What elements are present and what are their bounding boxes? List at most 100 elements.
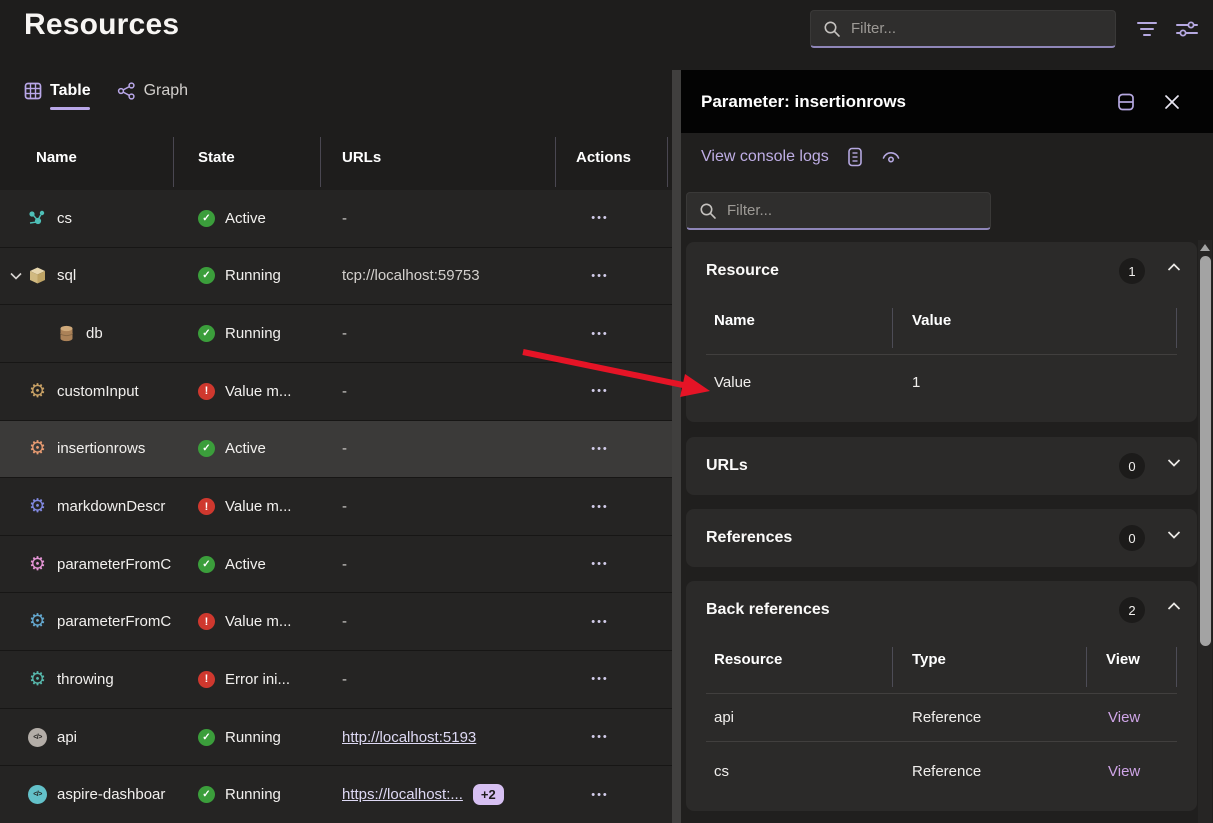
resource-name: throwing xyxy=(57,671,114,688)
table-row-sql[interactable]: sql Running tcp://localhost:59753 ••• xyxy=(0,247,672,305)
backref-resource-cell: api xyxy=(714,709,734,726)
table-row-api[interactable]: api Running http://localhost:5193 ••• xyxy=(0,708,672,766)
section-title: Resource xyxy=(706,262,779,280)
close-icon[interactable] xyxy=(1155,85,1189,119)
table-row-parameterfromc-1[interactable]: parameterFromC Active - ••• xyxy=(0,535,672,593)
row-actions-button[interactable]: ••• xyxy=(581,206,619,230)
column-divider xyxy=(1086,647,1087,687)
resource-name: insertionrows xyxy=(57,440,145,457)
search-icon xyxy=(823,20,841,38)
resource-state: Value m... xyxy=(225,383,291,400)
column-header-type: Type xyxy=(912,651,946,668)
value-name-cell: Value xyxy=(714,374,751,391)
section-resource-header[interactable]: Resource 1 xyxy=(686,242,1197,300)
resource-url-link[interactable]: http://localhost:5193 xyxy=(342,729,476,746)
chevron-down-icon[interactable] xyxy=(10,272,26,280)
row-actions-button[interactable]: ••• xyxy=(581,667,619,691)
split-pane-icon[interactable] xyxy=(1109,85,1143,119)
table-row-aspire-dashboard[interactable]: aspire-dashboar Running https://localhos… xyxy=(0,765,672,823)
resource-state: Active xyxy=(225,440,266,457)
status-ok-icon xyxy=(198,325,215,342)
scrollbar-up-arrow[interactable] xyxy=(1200,244,1210,251)
resource-url: - xyxy=(342,671,347,688)
search-icon xyxy=(699,202,717,220)
resource-filter-input[interactable] xyxy=(851,20,1103,37)
count-badge: 0 xyxy=(1119,525,1145,551)
row-actions-button[interactable]: ••• xyxy=(581,437,619,461)
more-urls-badge[interactable]: +2 xyxy=(473,784,504,805)
column-header-urls: URLs xyxy=(342,149,381,166)
resource-state: Error ini... xyxy=(225,671,290,688)
tab-graph-label: Graph xyxy=(144,82,188,100)
section-title: Back references xyxy=(706,601,830,619)
section-urls-header[interactable]: URLs 0 xyxy=(686,437,1197,495)
resource-values-table: Name Value Value 1 xyxy=(706,312,1177,412)
panel-filter-box[interactable] xyxy=(686,192,991,230)
details-panel-title: Parameter: insertionrows xyxy=(701,92,906,112)
table-row-db[interactable]: db Running - ••• xyxy=(0,304,672,362)
resource-name: parameterFromC xyxy=(57,613,171,630)
panel-splitter[interactable] xyxy=(672,70,681,823)
resource-table: cs Active - ••• sql Running tcp://localh… xyxy=(0,190,672,823)
resource-name: customInput xyxy=(57,383,139,400)
code-icon xyxy=(28,728,47,747)
resource-url: tcp://localhost:59753 xyxy=(342,267,480,284)
table-row-throwing[interactable]: throwing Error ini... - ••• xyxy=(0,650,672,708)
resource-state: Active xyxy=(225,210,266,227)
gear-icon xyxy=(28,439,47,458)
tab-graph[interactable]: Graph xyxy=(117,82,188,110)
resource-filter-box[interactable] xyxy=(810,10,1116,48)
view-console-logs-link[interactable]: View console logs xyxy=(701,148,829,166)
backref-view-link[interactable]: View xyxy=(1108,763,1140,780)
status-ok-icon xyxy=(198,267,215,284)
column-divider xyxy=(1176,647,1177,687)
resource-url: - xyxy=(342,383,347,400)
eye-watch-icon[interactable] xyxy=(881,149,901,165)
column-header-resource: Resource xyxy=(714,651,782,668)
panel-scrollbar-thumb[interactable] xyxy=(1200,256,1211,646)
gear-icon xyxy=(28,555,47,574)
tab-table[interactable]: Table xyxy=(24,82,91,110)
row-actions-button[interactable]: ••• xyxy=(581,379,619,403)
back-references-table: Resource Type View api Reference View cs… xyxy=(706,651,1177,801)
row-actions-button[interactable]: ••• xyxy=(581,322,619,346)
row-actions-button[interactable]: ••• xyxy=(581,610,619,634)
count-badge: 1 xyxy=(1119,258,1145,284)
gear-icon xyxy=(28,382,47,401)
row-actions-button[interactable]: ••• xyxy=(581,552,619,576)
column-divider xyxy=(320,137,321,187)
resource-name: markdownDescr xyxy=(57,498,165,515)
settings-sliders-icon[interactable] xyxy=(1170,12,1204,46)
gear-icon xyxy=(28,497,47,516)
resource-state: Value m... xyxy=(225,613,291,630)
section-references-header[interactable]: References 0 xyxy=(686,509,1197,567)
page-title: Resources xyxy=(24,8,179,42)
status-ok-icon xyxy=(198,556,215,573)
row-actions-button[interactable]: ••• xyxy=(581,725,619,749)
backref-view-link[interactable]: View xyxy=(1108,709,1140,726)
row-actions-button[interactable]: ••• xyxy=(581,783,619,807)
table-row-cs[interactable]: cs Active - ••• xyxy=(0,190,672,247)
column-header-name: Name xyxy=(714,312,755,329)
resource-url-link[interactable]: https://localhost:... xyxy=(342,786,463,803)
status-ok-icon xyxy=(198,210,215,227)
column-divider xyxy=(892,647,893,687)
column-header-name: Name xyxy=(36,149,77,166)
row-actions-button[interactable]: ••• xyxy=(581,264,619,288)
value-cell: 1 xyxy=(912,374,920,391)
resource-url: - xyxy=(342,498,347,515)
table-row-parameterfromc-2[interactable]: parameterFromC Value m... - ••• xyxy=(0,592,672,650)
resource-name: parameterFromC xyxy=(57,556,171,573)
section-back-references-header[interactable]: Back references 2 xyxy=(686,581,1197,639)
filter-funnel-icon[interactable] xyxy=(1130,12,1164,46)
table-row-insertionrows[interactable]: insertionrows Active - ••• xyxy=(0,420,672,478)
row-actions-button[interactable]: ••• xyxy=(581,495,619,519)
resource-state: Running xyxy=(225,729,281,746)
count-badge: 2 xyxy=(1119,597,1145,623)
table-row-markdowndescr[interactable]: markdownDescr Value m... - ••• xyxy=(0,477,672,535)
panel-filter-input[interactable] xyxy=(727,202,978,219)
table-separator xyxy=(706,354,1177,355)
table-row-custominput[interactable]: customInput Value m... - ••• xyxy=(0,362,672,420)
top-bar: Resources xyxy=(0,0,1213,70)
document-log-icon[interactable] xyxy=(847,147,863,167)
